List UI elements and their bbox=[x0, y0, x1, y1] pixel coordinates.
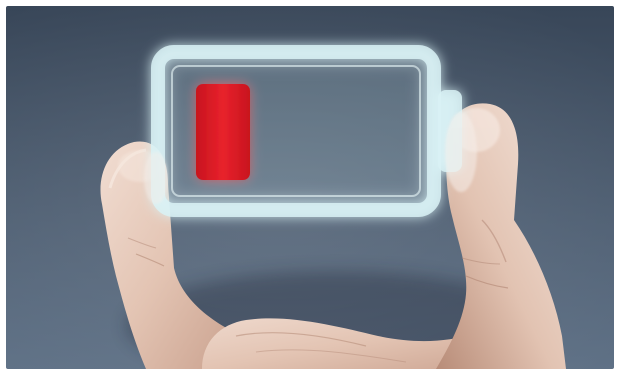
battery-charge-fill bbox=[196, 84, 250, 180]
battery bbox=[151, 45, 462, 217]
image-frame bbox=[0, 0, 620, 375]
index-tip-overlap bbox=[144, 152, 168, 204]
thumb-tip-overlap bbox=[445, 112, 477, 192]
scene-illustration bbox=[6, 6, 614, 369]
photo-scene bbox=[6, 6, 614, 369]
